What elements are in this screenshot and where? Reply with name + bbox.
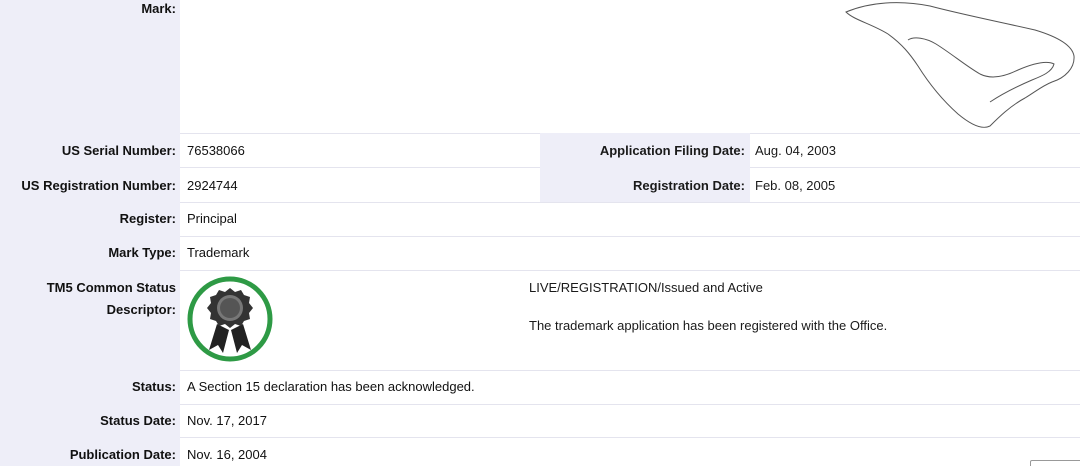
publication-date-label-cell: Publication Date: [0,437,180,466]
register-row: Register: Principal [0,202,1080,237]
mark-drawing-image [845,2,1075,128]
mark-label-cell: Mark: [0,0,180,133]
serial-row: US Serial Number: 76538066 Application F… [0,133,1080,168]
register-label-cell: Register: [0,202,180,236]
registration-number-value: 2924744 [187,178,238,193]
tm5-status-description: The trademark application has been regis… [529,318,888,333]
status-date-label: Status Date: [100,413,176,428]
registration-date-label-cell: Registration Date: [540,167,750,202]
registration-number-label-cell: US Registration Number: [0,167,180,202]
ribbon-award-icon [187,276,273,362]
scroll-to-top-button[interactable] [1030,460,1080,466]
register-value: Principal [187,211,237,226]
registration-row: US Registration Number: 2924744 Registra… [0,167,1080,203]
registration-date-label: Registration Date: [633,178,745,193]
tm5-status-row: TM5 Common Status Descriptor: LIVE/REGIS… [0,270,1080,371]
publication-date-label: Publication Date: [69,447,176,462]
mark-type-label: Mark Type: [108,245,176,260]
serial-value: 76538066 [187,143,245,158]
trademark-status-page: Mark: US Serial Number: 76538066 Applica… [0,0,1080,466]
filing-label-cell: Application Filing Date: [540,133,750,167]
serial-label: US Serial Number: [61,143,176,158]
mark-label: Mark: [141,1,176,16]
publication-date-row: Publication Date: Nov. 16, 2004 [0,437,1080,466]
mark-row: Mark: [0,0,1080,134]
tm5-label-cell: TM5 Common Status Descriptor: [0,270,180,370]
status-label: Status: [131,379,176,394]
tm5-status-line: LIVE/REGISTRATION/Issued and Active [529,280,763,295]
status-label-cell: Status: [0,370,180,404]
status-date-label-cell: Status Date: [0,404,180,437]
serial-label-cell: US Serial Number: [0,133,180,167]
status-row: Status: A Section 15 declaration has bee… [0,370,1080,405]
mark-type-row: Mark Type: Trademark [0,236,1080,271]
registration-number-label: US Registration Number: [21,178,176,193]
tm5-label-line2: Descriptor: [106,302,176,317]
filing-value: Aug. 04, 2003 [755,143,836,158]
register-label: Register: [119,211,176,226]
registration-date-value: Feb. 08, 2005 [755,178,836,193]
mark-type-label-cell: Mark Type: [0,236,180,270]
filing-label: Application Filing Date: [599,143,745,158]
status-date-value: Nov. 17, 2017 [187,413,267,428]
tm5-label-line1: TM5 Common Status [46,280,176,295]
status-value: A Section 15 declaration has been acknow… [187,379,475,394]
mark-type-value: Trademark [187,245,250,260]
publication-date-value: Nov. 16, 2004 [187,447,267,462]
status-date-row: Status Date: Nov. 17, 2017 [0,404,1080,438]
